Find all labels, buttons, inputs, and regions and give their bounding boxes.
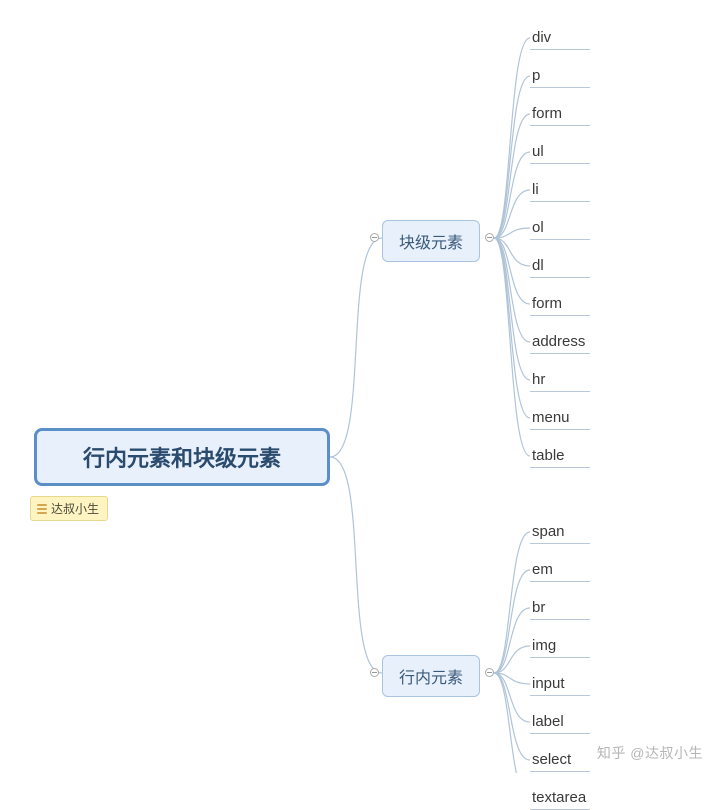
leaf-node[interactable]: br xyxy=(530,596,590,620)
leaf-node[interactable]: label xyxy=(530,710,590,734)
leaf-node[interactable]: ol xyxy=(530,216,590,240)
expand-toggle[interactable] xyxy=(370,233,379,242)
leaf-node[interactable]: input xyxy=(530,672,590,696)
connector-lines xyxy=(0,0,715,773)
leaf-node[interactable]: dl xyxy=(530,254,590,278)
author-icon xyxy=(37,504,47,514)
branch-label: 行内元素 xyxy=(399,664,463,688)
leaf-node[interactable]: div xyxy=(530,26,590,50)
leaf-node[interactable]: form xyxy=(530,102,590,126)
leaf-node[interactable]: table xyxy=(530,444,590,468)
expand-toggle[interactable] xyxy=(485,668,494,677)
leaf-node[interactable]: ul xyxy=(530,140,590,164)
leaf-node[interactable]: hr xyxy=(530,368,590,392)
expand-toggle[interactable] xyxy=(485,233,494,242)
leaf-node[interactable]: menu xyxy=(530,406,590,430)
author-label: 达叔小生 xyxy=(51,500,99,517)
leaf-node[interactable]: form xyxy=(530,292,590,316)
leaf-node[interactable]: em xyxy=(530,558,590,582)
leaf-node[interactable]: textarea xyxy=(530,786,590,810)
root-title: 行内元素和块级元素 xyxy=(83,441,281,473)
author-tag[interactable]: 达叔小生 xyxy=(30,496,108,521)
leaf-node[interactable]: span xyxy=(530,520,590,544)
leaf-node[interactable]: img xyxy=(530,634,590,658)
leaf-node[interactable]: p xyxy=(530,64,590,88)
leaf-node[interactable]: li xyxy=(530,178,590,202)
branch-node-block[interactable]: 块级元素 xyxy=(382,220,480,262)
expand-toggle[interactable] xyxy=(370,668,379,677)
leaf-node[interactable]: address xyxy=(530,330,590,354)
branch-node-inline[interactable]: 行内元素 xyxy=(382,655,480,697)
watermark: 知乎 @达叔小生 xyxy=(597,743,703,763)
leaf-node[interactable]: select xyxy=(530,748,590,772)
root-node[interactable]: 行内元素和块级元素 xyxy=(34,428,330,486)
branch-label: 块级元素 xyxy=(399,229,463,253)
